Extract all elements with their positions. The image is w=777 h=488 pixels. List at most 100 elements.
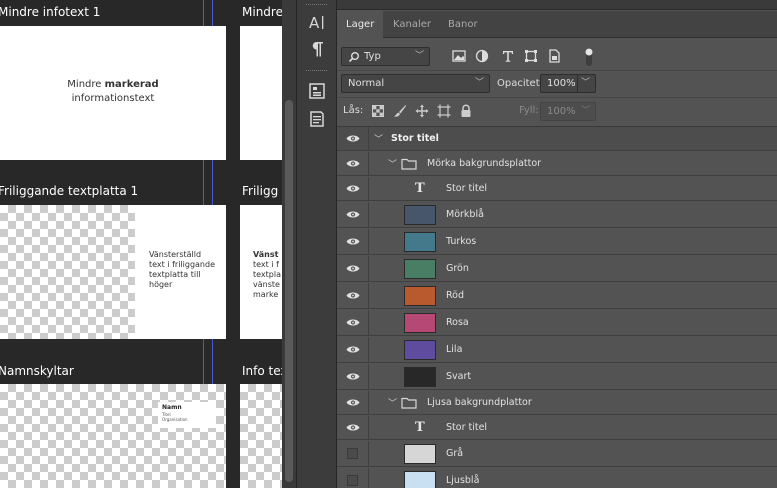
layer-visibility-toggle[interactable]	[337, 337, 369, 362]
layer-name: Lila	[446, 344, 463, 355]
type-filter-icon[interactable]	[500, 48, 516, 64]
artboard-friliggande-2[interactable]: Vänst text i f textpla vänste marke	[240, 205, 282, 339]
panel-dock-strip: A	[296, 0, 337, 488]
layer-name: Ljusblå	[446, 475, 480, 486]
chevron-down-icon[interactable]: ﹀	[374, 127, 383, 150]
layer-visibility-toggle[interactable]	[337, 310, 369, 335]
layer-visibility-toggle[interactable]	[337, 202, 369, 227]
filter-toggle-switch[interactable]	[583, 47, 595, 67]
properties-panel-icon[interactable]	[306, 80, 328, 102]
blend-mode-dropdown[interactable]: Normal ﹀	[341, 74, 490, 93]
folder-icon	[401, 152, 417, 175]
artboard-title[interactable]: Friliggande textplatta 1	[0, 184, 138, 198]
eye-icon	[346, 318, 360, 327]
lock-image-pixels-icon[interactable]	[392, 103, 408, 119]
lock-transparent-pixels-icon[interactable]	[370, 103, 386, 119]
eye-icon	[346, 264, 360, 273]
layer-row[interactable]: Turkos	[337, 229, 777, 255]
lock-row: Lås: Fyll: 100% ﹀	[337, 98, 777, 127]
layer-visibility-toggle[interactable]	[337, 256, 369, 281]
artboard-friliggande-textplatta[interactable]: Vänsterställd text i friliggande textpla…	[0, 205, 226, 339]
lock-all-icon[interactable]	[458, 103, 474, 119]
eye-icon	[346, 134, 360, 143]
scrollbar-thumb[interactable]	[285, 100, 293, 482]
notes-panel-icon[interactable]	[306, 108, 328, 130]
layer-row[interactable]: T Stor titel	[337, 177, 777, 201]
eye-icon	[346, 184, 360, 193]
layer-row[interactable]: ﹀ Mörka bakgrundsplattor	[337, 152, 777, 176]
layers-list[interactable]: ﹀ Stor titel ﹀ Mörka bakgrundsplattor T Stor …	[337, 127, 777, 488]
layer-row[interactable]: ﹀ Stor titel	[337, 127, 777, 151]
layer-thumbnail	[404, 367, 436, 387]
eye-icon	[346, 398, 360, 407]
eye-icon	[346, 210, 360, 219]
tab-banor[interactable]: Banor	[439, 11, 487, 38]
layer-name: Stor titel	[446, 422, 488, 433]
artboard-namnskyltar[interactable]: Namn Titel Organisation	[0, 384, 226, 488]
layer-row[interactable]: Ljusblå	[337, 468, 777, 488]
eye-icon	[346, 291, 360, 300]
dock-grip[interactable]	[306, 70, 327, 72]
layer-thumbnail	[404, 232, 436, 252]
layer-row[interactable]: Svart	[337, 364, 777, 390]
image-filter-icon[interactable]	[451, 48, 467, 64]
adjustment-filter-icon[interactable]	[474, 48, 490, 64]
filter-type-dropdown[interactable]: Typ ﹀	[341, 47, 430, 66]
paragraph-panel-icon[interactable]	[306, 38, 328, 60]
chevron-down-icon: ﹀	[580, 106, 590, 116]
infotext-content: Mindre markerad informationstext	[67, 79, 159, 104]
layer-row[interactable]: Lila	[337, 337, 777, 363]
hidden-visibility-box	[347, 475, 358, 486]
layer-visibility-toggle[interactable]	[337, 177, 369, 200]
chevron-down-icon[interactable]: ﹀	[388, 391, 397, 414]
artboard-title[interactable]: Mindre	[242, 5, 282, 19]
artboard-info-text[interactable]	[240, 384, 282, 488]
layer-visibility-toggle[interactable]	[337, 229, 369, 254]
layer-visibility-toggle[interactable]	[337, 364, 369, 389]
layer-row[interactable]: Rosa	[337, 310, 777, 336]
chevron-down-icon[interactable]: ﹀	[388, 152, 397, 175]
layer-name: Ljusa bakgrundplattor	[427, 397, 532, 408]
layer-name: Stor titel	[446, 183, 488, 194]
panel-header-bar[interactable]	[337, 0, 777, 10]
artboard-title[interactable]: Info tex	[242, 364, 282, 378]
tab-kanaler[interactable]: Kanaler	[384, 11, 440, 38]
layer-visibility-toggle[interactable]	[337, 441, 369, 466]
layer-row[interactable]: Mörkblå	[337, 202, 777, 228]
layer-row[interactable]: Grön	[337, 256, 777, 282]
layer-visibility-toggle[interactable]	[337, 391, 369, 414]
layer-name: Grå	[446, 448, 464, 459]
layer-name: Rosa	[446, 317, 469, 328]
lock-position-icon[interactable]	[414, 103, 430, 119]
layer-row[interactable]: Grå	[337, 441, 777, 467]
layer-row[interactable]: Röd	[337, 283, 777, 309]
hidden-visibility-box	[347, 448, 358, 459]
layer-row[interactable]: T Stor titel	[337, 416, 777, 440]
fill-field[interactable]: 100% ﹀	[540, 102, 596, 121]
artboard-title[interactable]: Namnskyltar	[0, 364, 74, 378]
dock-grip[interactable]	[306, 4, 327, 6]
lock-artboard-icon[interactable]	[436, 103, 452, 119]
name-tag: Namn Titel Organisation	[158, 402, 216, 428]
shape-filter-icon[interactable]	[523, 48, 539, 64]
layer-visibility-toggle[interactable]	[337, 152, 369, 175]
layer-visibility-toggle[interactable]	[337, 468, 369, 488]
chevron-down-icon: ﹀	[576, 75, 590, 92]
character-panel-icon[interactable]: A	[306, 11, 328, 33]
layer-visibility-toggle[interactable]	[337, 127, 369, 150]
layer-visibility-toggle[interactable]	[337, 416, 369, 439]
layer-thumbnail	[404, 471, 436, 488]
artboard-mindre-infotext[interactable]: Mindre markerad informationstext	[0, 26, 226, 160]
layer-name: Svart	[446, 371, 472, 382]
eye-icon	[346, 237, 360, 246]
artboard-mindre-2[interactable]	[240, 26, 282, 160]
artboard-title[interactable]: Friligg	[242, 184, 278, 198]
layer-visibility-toggle[interactable]	[337, 283, 369, 308]
artboard-title[interactable]: Mindre infotext 1	[0, 5, 100, 19]
document-canvas[interactable]: Mindre infotext 1 Mindre Mindre markerad…	[0, 0, 282, 488]
smart-object-filter-icon[interactable]	[546, 48, 562, 64]
opacity-field[interactable]: 100% ﹀	[540, 74, 596, 93]
layer-row[interactable]: ﹀ Ljusa bakgrundplattor	[337, 391, 777, 415]
tab-lager[interactable]: Lager	[337, 11, 384, 39]
canvas-scrollbar[interactable]	[282, 0, 296, 488]
